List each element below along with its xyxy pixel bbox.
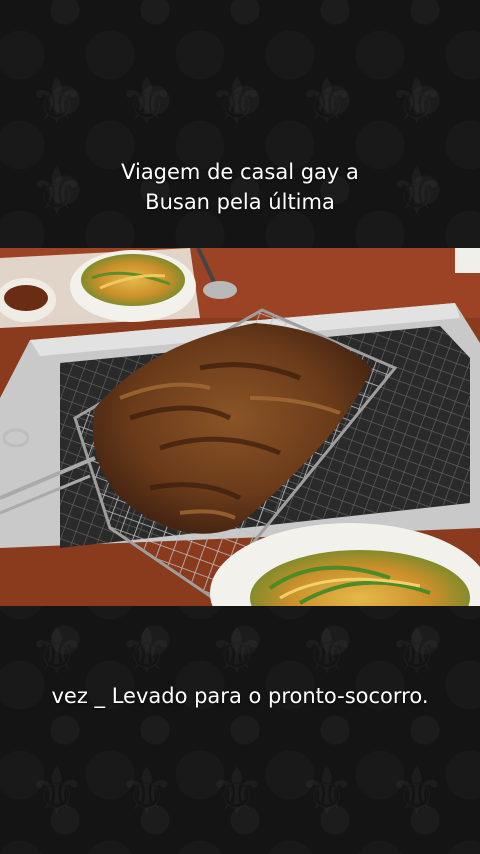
caption-top-line2: Busan pela última bbox=[145, 190, 335, 214]
fleur-de-lis-decoration: ⚜ bbox=[118, 760, 175, 824]
fleur-de-lis-decoration: ⚜ bbox=[118, 70, 175, 134]
fleur-de-lis-decoration: ⚜ bbox=[388, 760, 445, 824]
fleur-de-lis-decoration: ⚜ bbox=[298, 620, 355, 684]
fleur-de-lis-decoration: ⚜ bbox=[208, 760, 265, 824]
food-photo bbox=[0, 248, 480, 606]
fleur-de-lis-decoration: ⚜ bbox=[388, 620, 445, 684]
spoon bbox=[203, 281, 237, 299]
fleur-de-lis-decoration: ⚜ bbox=[28, 70, 85, 134]
fleur-de-lis-decoration: ⚜ bbox=[118, 620, 175, 684]
fleur-de-lis-decoration: ⚜ bbox=[298, 760, 355, 824]
caption-top: Viagem de casal gay a Busan pela última bbox=[0, 157, 480, 217]
caption-top-line1: Viagem de casal gay a bbox=[121, 160, 359, 184]
fleur-de-lis-decoration: ⚜ bbox=[388, 70, 445, 134]
fleur-de-lis-decoration: ⚜ bbox=[208, 70, 265, 134]
fleur-de-lis-decoration: ⚜ bbox=[208, 620, 265, 684]
bbq-grill-illustration bbox=[0, 248, 480, 606]
caption-bottom: vez _ Levado para o pronto-socorro. bbox=[51, 684, 429, 708]
fleur-de-lis-decoration: ⚜ bbox=[298, 70, 355, 134]
fleur-de-lis-decoration: ⚜ bbox=[28, 620, 85, 684]
fleur-de-lis-decoration: ⚜ bbox=[28, 760, 85, 824]
